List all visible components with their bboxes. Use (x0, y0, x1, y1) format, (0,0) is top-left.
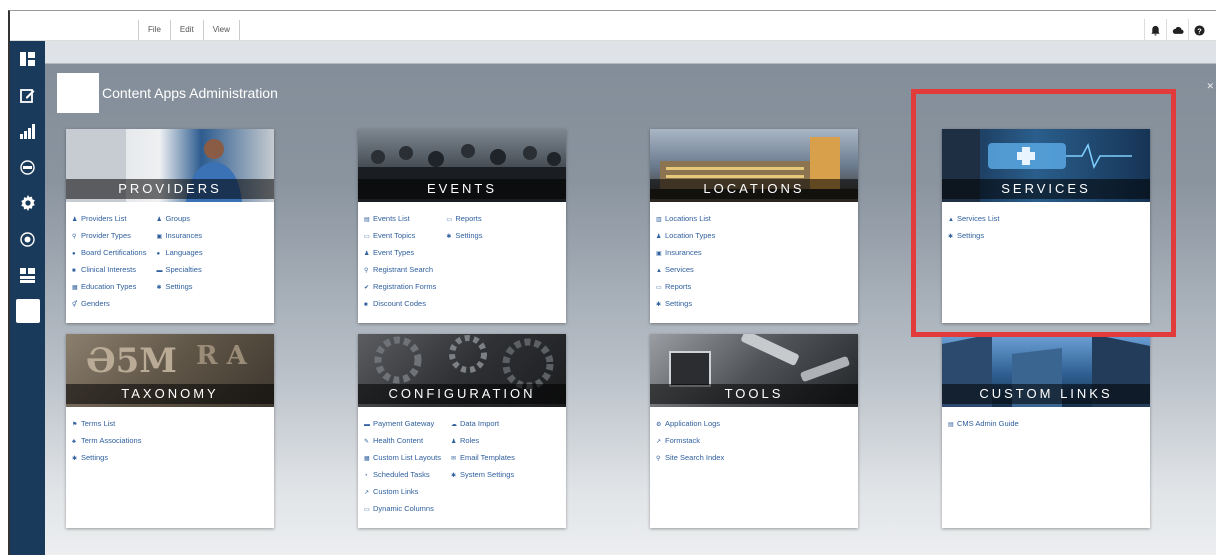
link-location-services[interactable]: ▲ Services (656, 262, 715, 279)
analytics-icon[interactable] (10, 113, 45, 149)
link-events-list[interactable]: ▤ Events List (364, 211, 436, 228)
link-provider-settings[interactable]: ✱ Settings (156, 279, 202, 296)
svg-text:Ə5M: Ə5M (86, 341, 177, 381)
tools-title: TOOLS (650, 384, 858, 404)
edit-icon[interactable] (10, 77, 45, 113)
card-events: EVENTS ▤ Events List ▭ Event Topics ♟ Event… (358, 129, 566, 323)
link-groups[interactable]: ♟ Groups (156, 211, 202, 228)
page-title: Content Apps Administration (102, 85, 278, 101)
link-specialties[interactable]: ▬ Specialties (156, 262, 202, 279)
link-taxonomy-settings[interactable]: ✱ Settings (72, 450, 141, 467)
link-formstack[interactable]: ↗ Formstack (656, 433, 724, 450)
menu-view[interactable]: View (202, 20, 240, 40)
gear-icon[interactable] (10, 185, 45, 221)
link-board-certifications[interactable]: ● Board Certifications (72, 245, 146, 262)
highlight-box (911, 89, 1176, 337)
link-roles[interactable]: ♟ Roles (451, 433, 515, 450)
link-event-topics[interactable]: ▭ Event Topics (364, 228, 436, 245)
link-site-search-index[interactable]: ⚲ Site Search Index (656, 450, 724, 467)
card-locations: LOCATIONS ▥ Locations List ♟ Location Type… (650, 129, 858, 323)
link-insurances[interactable]: ▣ Insurances (156, 228, 202, 245)
link-cms-admin-guide[interactable]: ▤ CMS Admin Guide (948, 416, 1019, 433)
card-tools: TOOLS ⚙ Application Logs ↗ Formstack ⚲ Site… (650, 334, 858, 528)
dashboard-icon[interactable] (10, 41, 45, 77)
link-application-logs[interactable]: ⚙ Application Logs (656, 416, 724, 433)
link-event-types[interactable]: ♟ Event Types (364, 245, 436, 262)
link-system-settings[interactable]: ✱ System Settings (451, 467, 515, 484)
tools-banner-image: TOOLS (650, 334, 858, 407)
events-banner-image: EVENTS (358, 129, 566, 202)
providers-banner-image: PROVIDERS (66, 129, 274, 202)
link-discount-codes[interactable]: ■ Discount Codes (364, 296, 436, 313)
link-registrant-search[interactable]: ⚲ Registrant Search (364, 262, 436, 279)
top-menu-bar: File Edit View ? (10, 11, 1216, 41)
link-data-import[interactable]: ☁ Data Import (451, 416, 515, 433)
crm-icon[interactable] (10, 221, 45, 257)
link-custom-list-layouts[interactable]: ▦ Custom List Layouts (364, 450, 441, 467)
custom-links-banner-image: CUSTOM LINKS (942, 334, 1150, 407)
link-scheduled-tasks[interactable]: ◔ Scheduled Tasks (364, 467, 441, 484)
blank-nav-item[interactable] (10, 293, 45, 329)
top-icons: ? (1144, 19, 1210, 41)
configuration-title: CONFIGURATION (358, 384, 566, 404)
link-term-associations[interactable]: ♣ Term Associations (72, 433, 141, 450)
link-payment-gateway[interactable]: ▬ Payment Gateway (364, 416, 441, 433)
link-location-reports[interactable]: ▭ Reports (656, 279, 715, 296)
svg-text:R A: R A (196, 341, 248, 371)
link-event-reports[interactable]: ▭ Reports (446, 211, 482, 228)
card-custom-links: CUSTOM LINKS ▤ CMS Admin Guide (942, 334, 1150, 528)
link-health-content[interactable]: ✎ Health Content (364, 433, 441, 450)
link-clinical-interests[interactable]: ■ Clinical Interests (72, 262, 146, 279)
link-location-insurances[interactable]: ▣ Insurances (656, 245, 715, 262)
link-event-settings[interactable]: ✱ Settings (446, 228, 482, 245)
seo-icon[interactable] (10, 149, 45, 185)
locations-banner-image: LOCATIONS (650, 129, 858, 202)
logo (57, 73, 99, 113)
link-providers-list[interactable]: ♟ Providers List (72, 211, 146, 228)
events-title: EVENTS (358, 179, 566, 199)
link-email-templates[interactable]: ✉ Email Templates (451, 450, 515, 467)
custom-links-title: CUSTOM LINKS (942, 384, 1150, 404)
card-providers: PROVIDERS ♟ Providers List ⚲ Provider Type… (66, 129, 274, 323)
providers-title: PROVIDERS (66, 179, 274, 199)
card-configuration: CONFIGURATION ▬ Payment Gateway ✎ Health C… (358, 334, 566, 528)
link-languages[interactable]: ● Languages (156, 245, 202, 262)
link-location-settings[interactable]: ✱ Settings (656, 296, 715, 313)
configuration-banner-image: CONFIGURATION (358, 334, 566, 407)
link-terms-list[interactable]: ⚑ Terms List (72, 416, 141, 433)
svg-text:?: ? (1197, 26, 1202, 35)
link-locations-list[interactable]: ▥ Locations List (656, 211, 715, 228)
menu-file[interactable]: File (138, 20, 170, 40)
help-icon[interactable]: ? (1188, 19, 1210, 41)
link-provider-types[interactable]: ⚲ Provider Types (72, 228, 146, 245)
taxonomy-title: TAXONOMY (66, 384, 274, 404)
sidebar (10, 41, 45, 555)
link-dynamic-columns[interactable]: ▭ Dynamic Columns (364, 501, 441, 518)
link-location-types[interactable]: ♟ Location Types (656, 228, 715, 245)
bell-icon[interactable] (1144, 19, 1166, 41)
link-custom-links[interactable]: ↗ Custom Links (364, 484, 441, 501)
locations-title: LOCATIONS (650, 179, 858, 199)
link-education-types[interactable]: ▦ Education Types (72, 279, 146, 296)
modules-icon[interactable] (10, 257, 45, 293)
link-genders[interactable]: ⚥ Genders (72, 296, 146, 313)
menu-edit[interactable]: Edit (169, 20, 203, 40)
close-icon[interactable]: ✕ (1206, 81, 1214, 92)
card-taxonomy: Ə5M R A TAXONOMY ⚑ Terms List ♣ Term Assoc… (66, 334, 274, 528)
menu-bar: File Edit View (138, 20, 240, 40)
cloud-icon[interactable] (1166, 19, 1188, 41)
taxonomy-banner-image: Ə5M R A TAXONOMY (66, 334, 274, 407)
link-registration-forms[interactable]: ✔ Registration Forms (364, 279, 436, 296)
